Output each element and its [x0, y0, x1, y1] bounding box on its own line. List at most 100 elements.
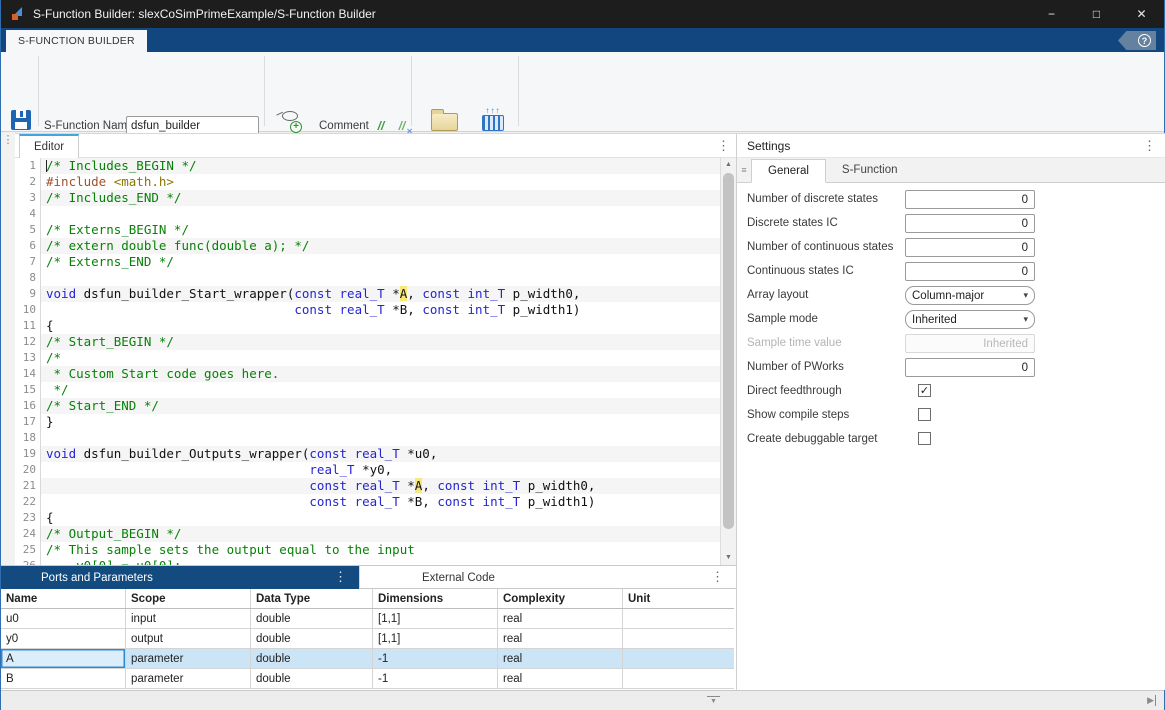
- settings-header: Settings ⋮: [737, 134, 1165, 158]
- code-lines[interactable]: /* Includes_BEGIN */#include <math.h>/* …: [41, 158, 736, 565]
- table-cell[interactable]: real: [498, 649, 623, 668]
- table-row[interactable]: u0inputdouble[1,1]real: [1, 609, 734, 629]
- scrollbar-thumb[interactable]: [723, 173, 734, 529]
- table-cell[interactable]: real: [498, 629, 623, 648]
- scroll-up-icon[interactable]: ▲: [721, 158, 736, 172]
- code-line[interactable]: real_T *y0,: [41, 462, 736, 478]
- code-line[interactable]: /* This sample sets the output equal to …: [41, 542, 736, 558]
- code-line[interactable]: * Custom Start code goes here.: [41, 366, 736, 382]
- bottom-strip: ▼ ▶: [1, 690, 1164, 710]
- table-cell[interactable]: -1: [373, 649, 498, 668]
- scroll-down-icon[interactable]: ▼: [721, 551, 736, 565]
- code-line[interactable]: /* Externs_BEGIN */: [41, 222, 736, 238]
- code-line[interactable]: void dsfun_builder_Start_wrapper(const r…: [41, 286, 736, 302]
- table-cell[interactable]: A: [1, 649, 126, 668]
- code-line[interactable]: const real_T *B, const int_T p_width1): [41, 302, 736, 318]
- line-number: 21: [15, 478, 36, 494]
- code-line[interactable]: /* Includes_END */: [41, 190, 736, 206]
- table-cell[interactable]: [623, 669, 734, 688]
- setting-input[interactable]: 0: [905, 262, 1035, 281]
- setting-input[interactable]: 0: [905, 238, 1035, 257]
- table-cell[interactable]: [1,1]: [373, 609, 498, 628]
- line-number: 7: [15, 254, 36, 270]
- table-cell[interactable]: B: [1, 669, 126, 688]
- folder-icon: [431, 113, 458, 131]
- code-area[interactable]: 1234567891011121314151617181920212223242…: [15, 158, 736, 565]
- tab-s-function-builder[interactable]: S-FUNCTION BUILDER: [6, 30, 147, 52]
- tab-general[interactable]: General: [751, 159, 826, 183]
- table-cell[interactable]: y0: [1, 629, 126, 648]
- setting-label: Number of PWorks: [747, 361, 844, 373]
- minimize-button[interactable]: −: [1029, 0, 1074, 28]
- editor-panel-handle[interactable]: ⋮: [1, 133, 15, 565]
- code-token: ,: [407, 286, 422, 301]
- settings-panel-handle[interactable]: ≡: [737, 165, 751, 175]
- code-line[interactable]: /* Includes_BEGIN */: [41, 158, 736, 174]
- line-number: 19: [15, 446, 36, 462]
- settings-row: Discrete states IC0: [737, 213, 1165, 237]
- table-row[interactable]: Aparameterdouble-1real: [1, 649, 734, 669]
- table-cell[interactable]: double: [251, 609, 373, 628]
- code-line[interactable]: [41, 270, 736, 286]
- close-button[interactable]: ✕: [1119, 0, 1164, 28]
- table-cell[interactable]: double: [251, 629, 373, 648]
- tab-s-function[interactable]: S-Function: [826, 158, 914, 182]
- code-line[interactable]: const real_T *B, const int_T p_width1): [41, 494, 736, 510]
- tab-ports-and-parameters[interactable]: Ports and Parameters ⋮: [1, 566, 359, 589]
- table-cell[interactable]: [623, 609, 734, 628]
- settings-menu-icon[interactable]: ⋮: [1143, 139, 1156, 152]
- setting-checkbox[interactable]: ✓: [918, 384, 931, 397]
- table-cell[interactable]: real: [498, 669, 623, 688]
- external-code-menu-icon[interactable]: ⋮: [711, 570, 724, 583]
- table-cell[interactable]: parameter: [126, 649, 251, 668]
- table-cell[interactable]: double: [251, 649, 373, 668]
- code-line[interactable]: /* extern double func(double a); */: [41, 238, 736, 254]
- editor-menu-icon[interactable]: ⋮: [717, 139, 730, 152]
- code-line[interactable]: void dsfun_builder_Outputs_wrapper(const…: [41, 446, 736, 462]
- setting-dropdown[interactable]: Inherited▾: [905, 310, 1035, 329]
- line-number: 11: [15, 318, 36, 334]
- code-line[interactable]: /* Externs_END */: [41, 254, 736, 270]
- table-cell[interactable]: output: [126, 629, 251, 648]
- code-line[interactable]: [41, 206, 736, 222]
- table-cell[interactable]: u0: [1, 609, 126, 628]
- table-row[interactable]: y0outputdouble[1,1]real: [1, 629, 734, 649]
- collapse-panel-icon[interactable]: ▼: [707, 696, 720, 706]
- setting-checkbox[interactable]: [918, 432, 931, 445]
- tab-editor[interactable]: Editor: [19, 134, 79, 158]
- table-cell[interactable]: real: [498, 609, 623, 628]
- code-line[interactable]: [41, 430, 736, 446]
- code-line[interactable]: /* Start_BEGIN */: [41, 334, 736, 350]
- code-line[interactable]: /*: [41, 350, 736, 366]
- code-line[interactable]: #include <math.h>: [41, 174, 736, 190]
- code-token: /* Start_END */: [46, 398, 159, 413]
- tab-external-code[interactable]: External Code ⋮: [359, 566, 736, 589]
- editor-scrollbar[interactable]: ▲ ▼: [720, 158, 736, 565]
- table-cell[interactable]: [1,1]: [373, 629, 498, 648]
- table-cell[interactable]: [623, 629, 734, 648]
- code-line[interactable]: {: [41, 510, 736, 526]
- code-line[interactable]: /* Start_END */: [41, 398, 736, 414]
- code-line[interactable]: {: [41, 318, 736, 334]
- table-cell[interactable]: [623, 649, 734, 668]
- code-line[interactable]: const real_T *A, const int_T p_width0,: [41, 478, 736, 494]
- maximize-button[interactable]: □: [1074, 0, 1119, 28]
- code-line[interactable]: */: [41, 382, 736, 398]
- help-button[interactable]: ?: [1118, 31, 1156, 50]
- table-cell[interactable]: input: [126, 609, 251, 628]
- setting-input[interactable]: 0: [905, 214, 1035, 233]
- table-row[interactable]: Bparameterdouble-1real: [1, 669, 734, 689]
- table-cell[interactable]: parameter: [126, 669, 251, 688]
- expand-right-icon[interactable]: ▶: [1147, 695, 1156, 706]
- table-cell[interactable]: -1: [373, 669, 498, 688]
- setting-checkbox[interactable]: [918, 408, 931, 421]
- table-cell[interactable]: double: [251, 669, 373, 688]
- setting-dropdown[interactable]: Column-major▾: [905, 286, 1035, 305]
- ports-menu-icon[interactable]: ⋮: [334, 570, 347, 583]
- code-line[interactable]: /* Output_BEGIN */: [41, 526, 736, 542]
- code-token: const: [422, 302, 460, 317]
- setting-input[interactable]: 0: [905, 190, 1035, 209]
- code-line[interactable]: }: [41, 414, 736, 430]
- setting-input[interactable]: 0: [905, 358, 1035, 377]
- code-line[interactable]: y0[0] = u0[0];: [41, 558, 736, 565]
